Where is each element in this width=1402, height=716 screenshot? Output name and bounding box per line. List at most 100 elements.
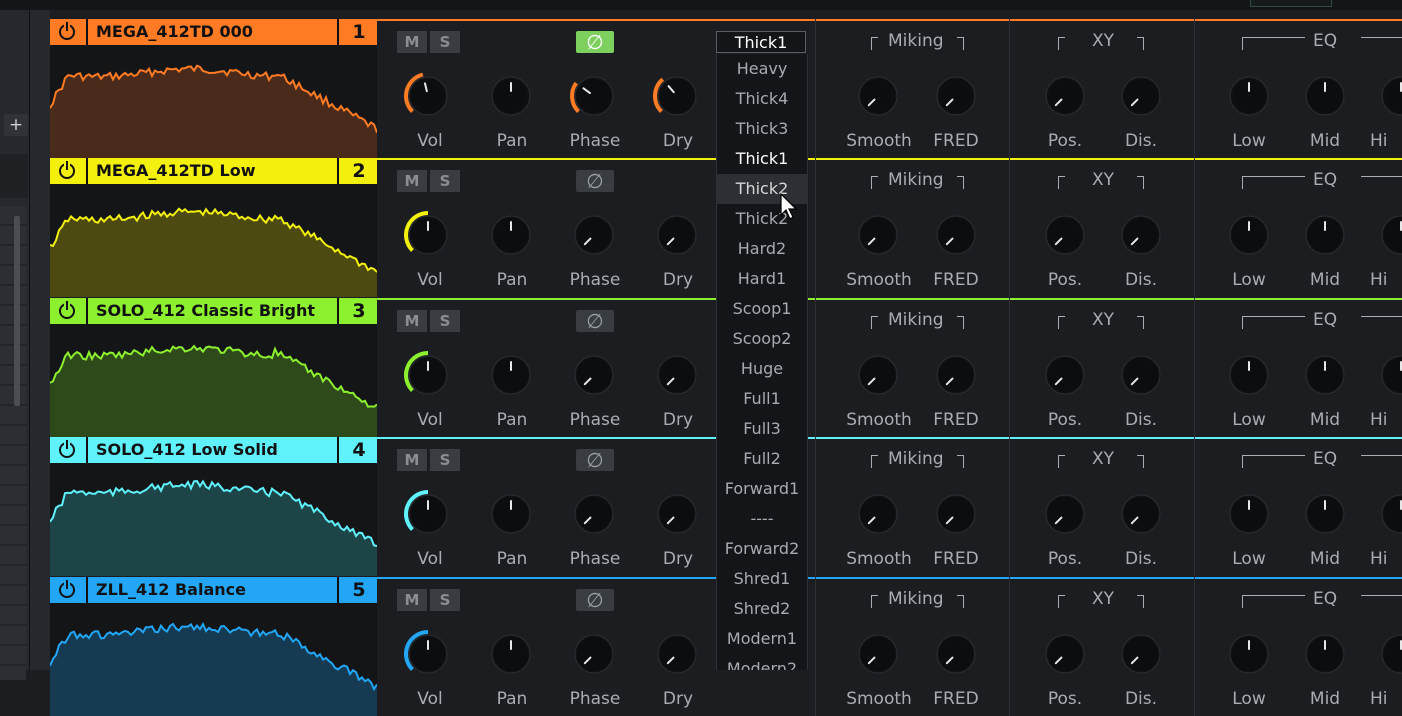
dis-knob[interactable] <box>1116 71 1166 121</box>
eq-low-knob[interactable] <box>1224 210 1274 260</box>
pan-knob[interactable] <box>486 350 536 400</box>
menu-item[interactable]: Full3 <box>717 414 807 444</box>
menu-item[interactable]: Full2 <box>717 444 807 474</box>
eq-mid-knob[interactable] <box>1300 350 1350 400</box>
eq-mid-knob[interactable] <box>1300 629 1350 679</box>
eq-high-knob[interactable] <box>1376 350 1402 400</box>
fred-knob[interactable] <box>931 210 981 260</box>
menu-item[interactable]: Scoop2 <box>717 324 807 354</box>
phase-invert-button[interactable]: ∅ <box>576 310 614 332</box>
dis-knob[interactable] <box>1116 629 1166 679</box>
power-icon[interactable] <box>50 19 84 45</box>
phase-invert-button[interactable]: ∅ <box>576 170 614 192</box>
ir-preset-dropdown[interactable]: Thick1 <box>716 31 806 53</box>
smooth-knob[interactable] <box>853 629 903 679</box>
dry-knob[interactable] <box>652 629 702 679</box>
fred-knob[interactable] <box>931 71 981 121</box>
mute-button[interactable]: M <box>397 589 427 611</box>
eq-high-knob[interactable] <box>1376 629 1402 679</box>
track-name[interactable]: MEGA_412TD Low <box>86 158 336 184</box>
phase-invert-button[interactable]: ∅ <box>576 31 614 53</box>
track-name[interactable]: SOLO_412 Classic Bright <box>86 298 336 324</box>
phase-knob[interactable] <box>569 350 619 400</box>
phase-knob[interactable] <box>569 629 619 679</box>
mute-button[interactable]: M <box>397 170 427 192</box>
pos-knob[interactable] <box>1040 350 1090 400</box>
solo-button[interactable]: S <box>430 449 460 471</box>
fred-knob[interactable] <box>931 629 981 679</box>
dis-knob[interactable] <box>1116 210 1166 260</box>
power-icon[interactable] <box>50 158 84 184</box>
phase-knob[interactable] <box>569 489 619 539</box>
solo-button[interactable]: S <box>430 31 460 53</box>
pos-knob[interactable] <box>1040 71 1090 121</box>
track-name[interactable]: SOLO_412 Low Solid <box>86 437 336 463</box>
menu-item[interactable]: ---- <box>717 504 807 534</box>
eq-mid-knob[interactable] <box>1300 489 1350 539</box>
dry-knob[interactable] <box>652 71 702 121</box>
smooth-knob[interactable] <box>853 210 903 260</box>
menu-item[interactable]: Shred1 <box>717 564 807 594</box>
eq-high-knob[interactable] <box>1376 210 1402 260</box>
power-icon[interactable] <box>50 577 84 603</box>
pan-knob[interactable] <box>486 210 536 260</box>
power-icon[interactable] <box>50 437 84 463</box>
dis-knob[interactable] <box>1116 350 1166 400</box>
mute-button[interactable]: M <box>397 449 427 471</box>
dry-knob[interactable] <box>652 210 702 260</box>
dis-knob[interactable] <box>1116 489 1166 539</box>
phase-knob[interactable] <box>569 210 619 260</box>
eq-mid-knob[interactable] <box>1300 210 1350 260</box>
dry-knob[interactable] <box>652 350 702 400</box>
menu-item[interactable]: Modern1 <box>717 624 807 654</box>
phase-invert-button[interactable]: ∅ <box>576 589 614 611</box>
pos-knob[interactable] <box>1040 210 1090 260</box>
smooth-knob[interactable] <box>853 350 903 400</box>
menu-item[interactable]: Thick1 <box>717 144 807 174</box>
power-icon[interactable] <box>50 298 84 324</box>
mute-button[interactable]: M <box>397 310 427 332</box>
menu-item[interactable]: Full1 <box>717 384 807 414</box>
pan-knob[interactable] <box>486 71 536 121</box>
eq-high-knob[interactable] <box>1376 489 1402 539</box>
vol-knob[interactable] <box>403 489 453 539</box>
add-button[interactable]: + <box>4 114 28 136</box>
smooth-knob[interactable] <box>853 489 903 539</box>
menu-item[interactable]: Forward2 <box>717 534 807 564</box>
vol-knob[interactable] <box>403 210 453 260</box>
eq-low-knob[interactable] <box>1224 629 1274 679</box>
fred-knob[interactable] <box>931 350 981 400</box>
pos-knob[interactable] <box>1040 629 1090 679</box>
eq-low-knob[interactable] <box>1224 71 1274 121</box>
menu-item[interactable]: Scoop1 <box>717 294 807 324</box>
sidebar-scrollbar[interactable] <box>14 216 20 406</box>
menu-item[interactable]: Shred2 <box>717 594 807 624</box>
eq-mid-knob[interactable] <box>1300 71 1350 121</box>
track-name[interactable]: ZLL_412 Balance <box>86 577 336 603</box>
pos-knob[interactable] <box>1040 489 1090 539</box>
eq-high-knob[interactable] <box>1376 71 1402 121</box>
menu-item[interactable]: Huge <box>717 354 807 384</box>
eq-low-knob[interactable] <box>1224 489 1274 539</box>
solo-button[interactable]: S <box>430 589 460 611</box>
dry-knob[interactable] <box>652 489 702 539</box>
mute-button[interactable]: M <box>397 31 427 53</box>
menu-item[interactable]: Modern2 <box>717 654 807 670</box>
solo-button[interactable]: S <box>430 170 460 192</box>
vol-knob[interactable] <box>403 629 453 679</box>
solo-button[interactable]: S <box>430 310 460 332</box>
top-bar-control[interactable] <box>1250 0 1332 7</box>
menu-item[interactable]: Thick3 <box>717 114 807 144</box>
menu-item[interactable]: Hard1 <box>717 264 807 294</box>
phase-knob[interactable] <box>569 71 619 121</box>
vol-knob[interactable] <box>403 350 453 400</box>
smooth-knob[interactable] <box>853 71 903 121</box>
fred-knob[interactable] <box>931 489 981 539</box>
eq-low-knob[interactable] <box>1224 350 1274 400</box>
menu-item[interactable]: Forward1 <box>717 474 807 504</box>
track-name[interactable]: MEGA_412TD 000 <box>86 19 336 45</box>
menu-item[interactable]: Hard2 <box>717 234 807 264</box>
pan-knob[interactable] <box>486 629 536 679</box>
menu-item[interactable]: Heavy <box>717 54 807 84</box>
menu-item[interactable]: Thick4 <box>717 84 807 114</box>
